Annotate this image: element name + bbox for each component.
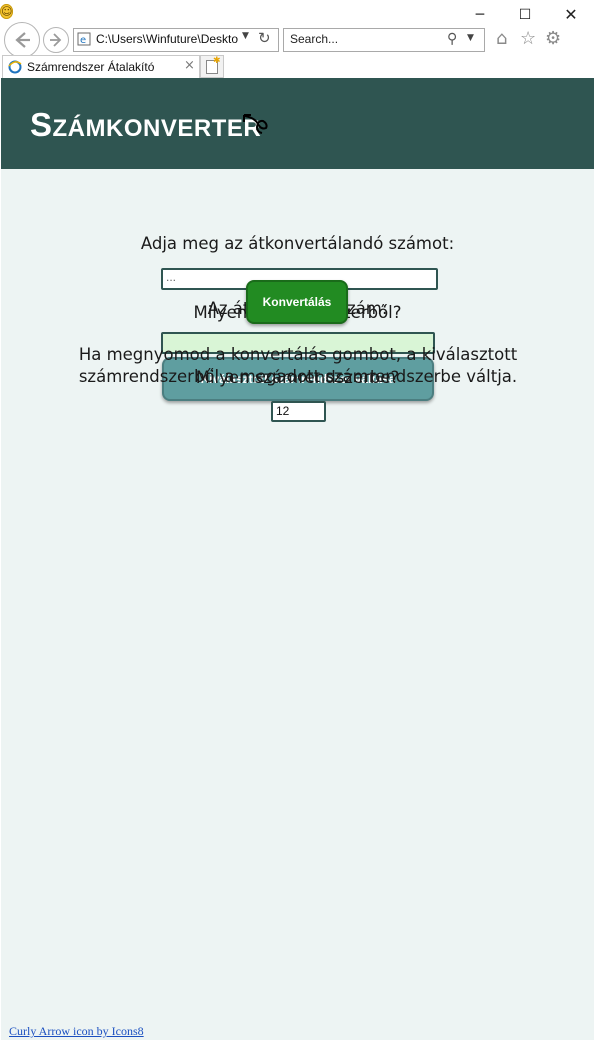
address-text[interactable]: C:\Users\Winfuture\Desktop xyxy=(96,32,238,46)
back-arrow-icon xyxy=(15,32,30,48)
back-button[interactable] xyxy=(4,22,40,58)
gear-icon[interactable]: ⚙ xyxy=(545,29,561,49)
search-box[interactable]: Search... ⚲ ▼ xyxy=(283,28,485,52)
number-question: Adja meg az átkonvertálandó számot: xyxy=(140,234,455,253)
ie-tab-icon xyxy=(8,60,22,74)
tab-title: Számrendszer Átalakító xyxy=(27,60,155,74)
tab-close-icon[interactable]: × xyxy=(184,58,195,73)
minimize-button[interactable]: ─ xyxy=(470,6,490,24)
close-window-button[interactable]: ✕ xyxy=(561,6,581,24)
maximize-button[interactable]: ☐ xyxy=(515,6,535,24)
new-tab-button[interactable]: ✱ xyxy=(200,55,224,78)
convert-button[interactable]: Konvertálás xyxy=(246,280,348,324)
site-title: SZÁMKONVERTER xyxy=(30,106,261,144)
address-bar[interactable]: e C:\Users\Winfuture\Desktop ▼ ↻ xyxy=(73,28,279,52)
smiley-icon[interactable]: ☺ xyxy=(0,4,14,19)
forward-button[interactable] xyxy=(43,27,69,53)
curly-arrow-icon xyxy=(243,114,268,134)
search-icon[interactable]: ⚲ xyxy=(447,31,457,47)
site-title-rest: ZÁMKONVERTER xyxy=(52,115,262,142)
forward-arrow-icon xyxy=(50,33,62,47)
target-base-input[interactable]: 12 xyxy=(271,401,326,422)
tab-szamrendszer[interactable]: Számrendszer Átalakító × xyxy=(2,55,200,78)
search-input[interactable]: Search... xyxy=(290,32,338,46)
search-dropdown-icon[interactable]: ▼ xyxy=(467,33,474,43)
site-title-initial: S xyxy=(30,106,53,143)
target-base-question: Milyen számrendszerbe? xyxy=(195,368,400,387)
ie-icon: e xyxy=(77,32,91,46)
site-header: SZÁMKONVERTER xyxy=(1,78,594,169)
icons8-credit-link[interactable]: Curly Arrow icon by Icons8 xyxy=(9,1024,144,1039)
page-body: SZÁMKONVERTER Adja meg az átkonvertáland… xyxy=(1,78,594,1040)
svg-text:e: e xyxy=(80,35,86,46)
new-tab-star-icon: ✱ xyxy=(213,56,221,66)
home-icon[interactable]: ⌂ xyxy=(496,29,507,49)
dropdown-icon[interactable]: ▼ xyxy=(242,31,249,41)
star-icon[interactable]: ☆ xyxy=(520,29,536,49)
browser-chrome: ─ ☐ ✕ e C:\Users\Winfuture\Desktop ▼ ↻ S… xyxy=(0,0,595,78)
refresh-icon[interactable]: ↻ xyxy=(258,29,271,47)
